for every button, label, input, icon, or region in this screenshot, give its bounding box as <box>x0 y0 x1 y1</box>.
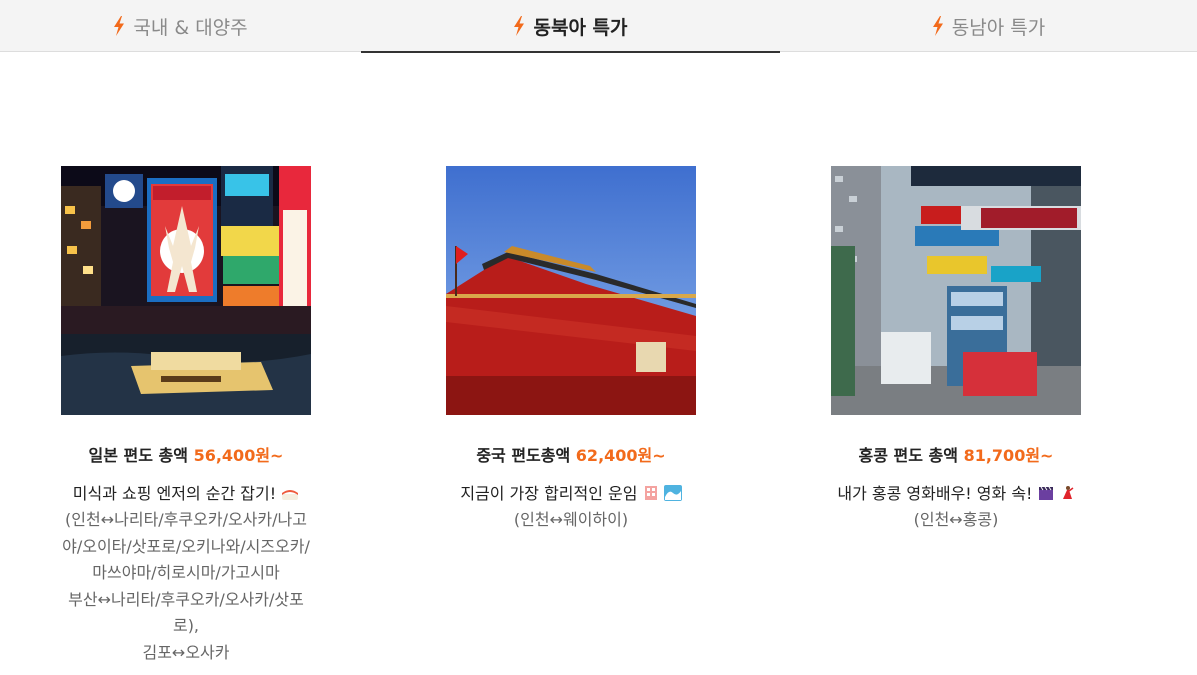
deal-tagline: 지금이 가장 합리적인 운임 <box>446 481 696 507</box>
hotel-icon <box>644 486 657 500</box>
deal-title: 중국 편도총액 <box>476 446 571 465</box>
tagline-text: 내가 홍콩 영화배우! 영화 속! <box>837 484 1033 503</box>
route-line: (인천↔나리타/후쿠오카/오사카/나고야/오이타/삿포로/오키나와/시즈오카/마… <box>62 510 310 582</box>
clapper-icon <box>1038 486 1053 500</box>
osaka-dotonbori-image[interactable] <box>61 166 311 415</box>
deal-price: 81,700원~ <box>963 446 1054 465</box>
wave-icon <box>663 485 682 501</box>
sushi-icon <box>282 490 299 500</box>
tagline-text: 미식과 쇼핑 엔저의 순간 잡기! <box>72 484 277 503</box>
tab-domestic-oceania[interactable]: 국내 & 대양주 <box>0 0 361 52</box>
deal-price: 62,400원~ <box>575 446 666 465</box>
tab-label: 동남아 특가 <box>951 16 1046 39</box>
tiananmen-image[interactable] <box>446 166 696 415</box>
route-line: (인천↔웨이하이) <box>513 510 629 529</box>
route-line: 부산↔나리타/후쿠오카/오사카/삿포로), <box>68 589 304 636</box>
deal-title: 일본 편도 총액 <box>88 446 188 465</box>
deal-card-hongkong[interactable]: 홍콩 편도 총액 81,700원~ 내가 홍콩 영화배우! 영화 속! (인천↔… <box>831 166 1081 534</box>
deal-price: 56,400원~ <box>193 446 284 465</box>
region-tabs: 국내 & 대양주 동북아 특가 동남아 특가 <box>0 0 1197 53</box>
deal-card-japan[interactable]: 일본 편도 총액 56,400원~ 미식과 쇼핑 엔저의 순간 잡기! (인천↔… <box>61 166 311 666</box>
price-line: 중국 편도총액 62,400원~ <box>446 445 696 467</box>
tab-label: 동북아 특가 <box>533 16 628 39</box>
tagline-text: 지금이 가장 합리적인 운임 <box>460 484 638 503</box>
tab-northeast-asia[interactable]: 동북아 특가 <box>361 0 780 53</box>
deal-tagline: 미식과 쇼핑 엔저의 순간 잡기! <box>61 481 311 507</box>
deal-tagline: 내가 홍콩 영화배우! 영화 속! <box>831 481 1081 507</box>
route-line: 김포↔오사카 <box>142 642 230 662</box>
deal-card-china[interactable]: 중국 편도총액 62,400원~ 지금이 가장 합리적인 운임 (인천↔웨이하이… <box>446 166 696 534</box>
tab-label: 국내 & 대양주 <box>133 16 248 39</box>
tab-southeast-asia[interactable]: 동남아 특가 <box>780 0 1197 52</box>
route-line: (인천↔홍콩) <box>913 510 999 529</box>
deal-title: 홍콩 편도 총액 <box>858 446 958 465</box>
dancer-icon <box>1062 486 1074 499</box>
lightning-icon <box>932 16 943 36</box>
hongkong-street-image[interactable] <box>831 166 1081 415</box>
lightning-icon <box>514 16 525 36</box>
price-line: 일본 편도 총액 56,400원~ <box>61 445 311 467</box>
lightning-icon <box>114 16 125 36</box>
price-line: 홍콩 편도 총액 81,700원~ <box>831 445 1081 467</box>
